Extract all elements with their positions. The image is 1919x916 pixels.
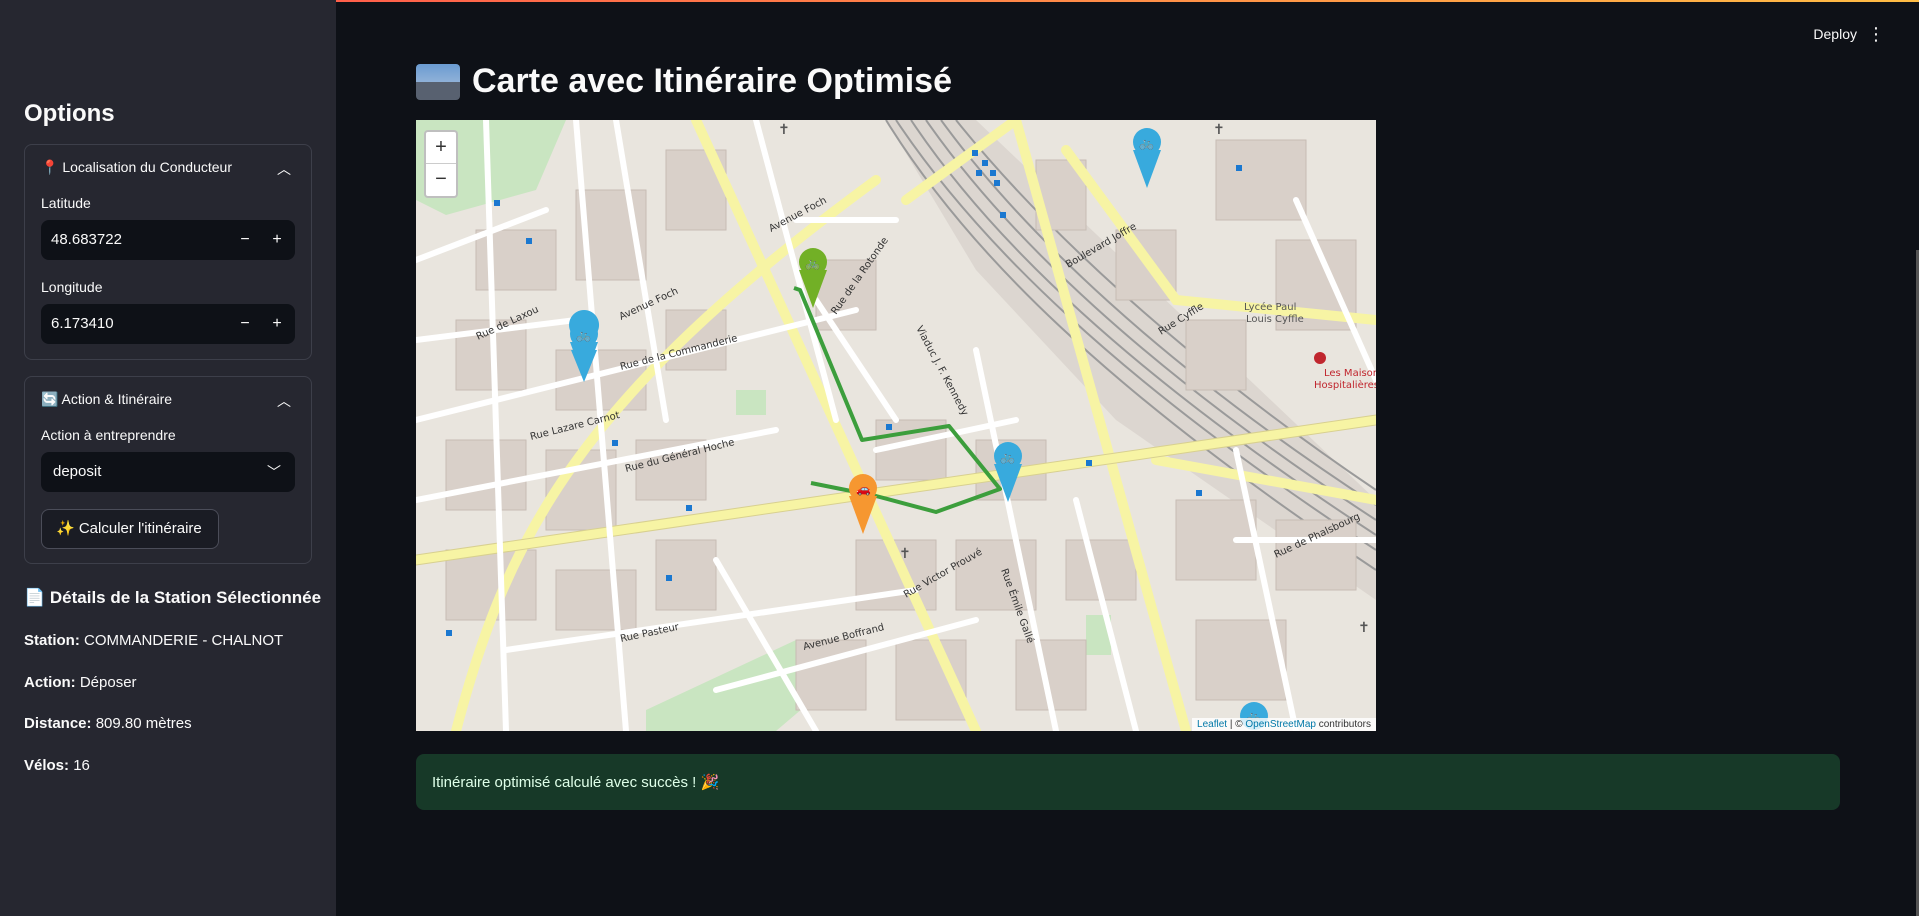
svg-text:✝: ✝ — [1213, 122, 1225, 138]
station-value: COMMANDERIE - CHALNOT — [84, 632, 284, 649]
svg-text:🚗: 🚗 — [856, 482, 871, 496]
svg-text:✝: ✝ — [778, 122, 790, 138]
chevron-up-icon[interactable]: ︿ — [277, 159, 291, 179]
location-expander[interactable]: 📍 Localisation du Conducteur ︿ Latitude … — [24, 144, 312, 360]
svg-text:✝: ✝ — [899, 546, 911, 562]
leaflet-link[interactable]: Leaflet — [1197, 719, 1227, 730]
sidebar-title: Options — [24, 100, 115, 127]
motorway-icon — [416, 64, 460, 100]
longitude-input[interactable]: 6.173410 − + — [41, 304, 295, 344]
distance-detail: Distance: 809.80 mètres — [24, 715, 192, 732]
action-expander[interactable]: 🔄 Action & Itinéraire ︿ Action à entrepr… — [24, 376, 312, 564]
action-expander-header[interactable]: 🔄 Action & Itinéraire — [41, 391, 172, 408]
action-detail: Action: Déposer — [24, 674, 137, 691]
latitude-value[interactable]: 48.683722 — [51, 231, 122, 248]
action-label: Action: — [24, 674, 76, 691]
longitude-value[interactable]: 6.173410 — [51, 315, 114, 332]
latitude-label: Latitude — [41, 195, 91, 211]
poi-label: Louis Cyffle — [1246, 314, 1304, 325]
action-select[interactable]: deposit ﹀ — [41, 452, 295, 492]
velos-detail: Vélos: 16 — [24, 757, 90, 774]
longitude-decrement-button[interactable]: − — [229, 304, 261, 344]
location-expander-header[interactable]: 📍 Localisation du Conducteur — [41, 159, 232, 176]
action-select-value[interactable]: deposit — [53, 463, 101, 480]
distance-label: Distance: — [24, 715, 92, 732]
chevron-down-icon[interactable]: ﹀ — [267, 462, 281, 482]
zoom-control[interactable]: + − — [424, 130, 458, 198]
station-details-title: 📄 Détails de la Station Sélectionnée — [24, 588, 322, 607]
poi-label: Lycée Paul — [1244, 301, 1296, 313]
svg-text:✝: ✝ — [1358, 620, 1370, 636]
svg-text:🚲: 🚲 — [1139, 136, 1154, 150]
attribution-tail: contributors — [1315, 719, 1371, 730]
svg-text:🚲: 🚲 — [576, 328, 591, 342]
velos-value: 16 — [73, 757, 90, 774]
attribution-separator: | © — [1227, 719, 1246, 730]
distance-value: 809.80 mètres — [95, 715, 192, 732]
success-message: Itinéraire optimisé calculé avec succès … — [432, 774, 720, 791]
longitude-label: Longitude — [41, 279, 103, 295]
svg-text:🚲: 🚲 — [805, 256, 820, 270]
kebab-icon[interactable]: ⋮ — [1867, 24, 1885, 45]
osm-link[interactable]: OpenStreetMap — [1245, 719, 1316, 730]
calculate-route-button[interactable]: ✨ Calculer l'itinéraire — [41, 509, 219, 549]
zoom-in-button[interactable]: + — [426, 132, 456, 164]
action-select-label: Action à entreprendre — [41, 427, 176, 443]
longitude-increment-button[interactable]: + — [261, 304, 293, 344]
map-attribution: Leaflet | © OpenStreetMap contributors — [1192, 718, 1376, 731]
station-detail: Station: COMMANDERIE - CHALNOT — [24, 632, 283, 649]
chevron-up-icon[interactable]: ︿ — [277, 391, 291, 411]
station-label: Station: — [24, 632, 80, 649]
map[interactable]: Avenue Foch Avenue Foch Rue de Laxou Rue… — [416, 120, 1376, 731]
success-alert: Itinéraire optimisé calculé avec succès … — [416, 754, 1840, 810]
svg-text:🚲: 🚲 — [1000, 450, 1015, 464]
zoom-out-button[interactable]: − — [426, 164, 456, 196]
poi-label: Les Maisons — [1324, 368, 1376, 379]
latitude-input[interactable]: 48.683722 − + — [41, 220, 295, 260]
velos-label: Vélos: — [24, 757, 70, 774]
poi-label: Hospitalières — [1314, 379, 1376, 391]
action-value: Déposer — [79, 674, 137, 691]
deploy-button[interactable]: Deploy — [1813, 26, 1857, 42]
latitude-decrement-button[interactable]: − — [229, 220, 261, 260]
latitude-increment-button[interactable]: + — [261, 220, 293, 260]
page-title: Carte avec Itinéraire Optimisé — [472, 62, 953, 100]
map-tiles[interactable]: Avenue Foch Avenue Foch Rue de Laxou Rue… — [416, 120, 1376, 731]
sidebar: Options 📍 Localisation du Conducteur ︿ L… — [0, 0, 336, 916]
